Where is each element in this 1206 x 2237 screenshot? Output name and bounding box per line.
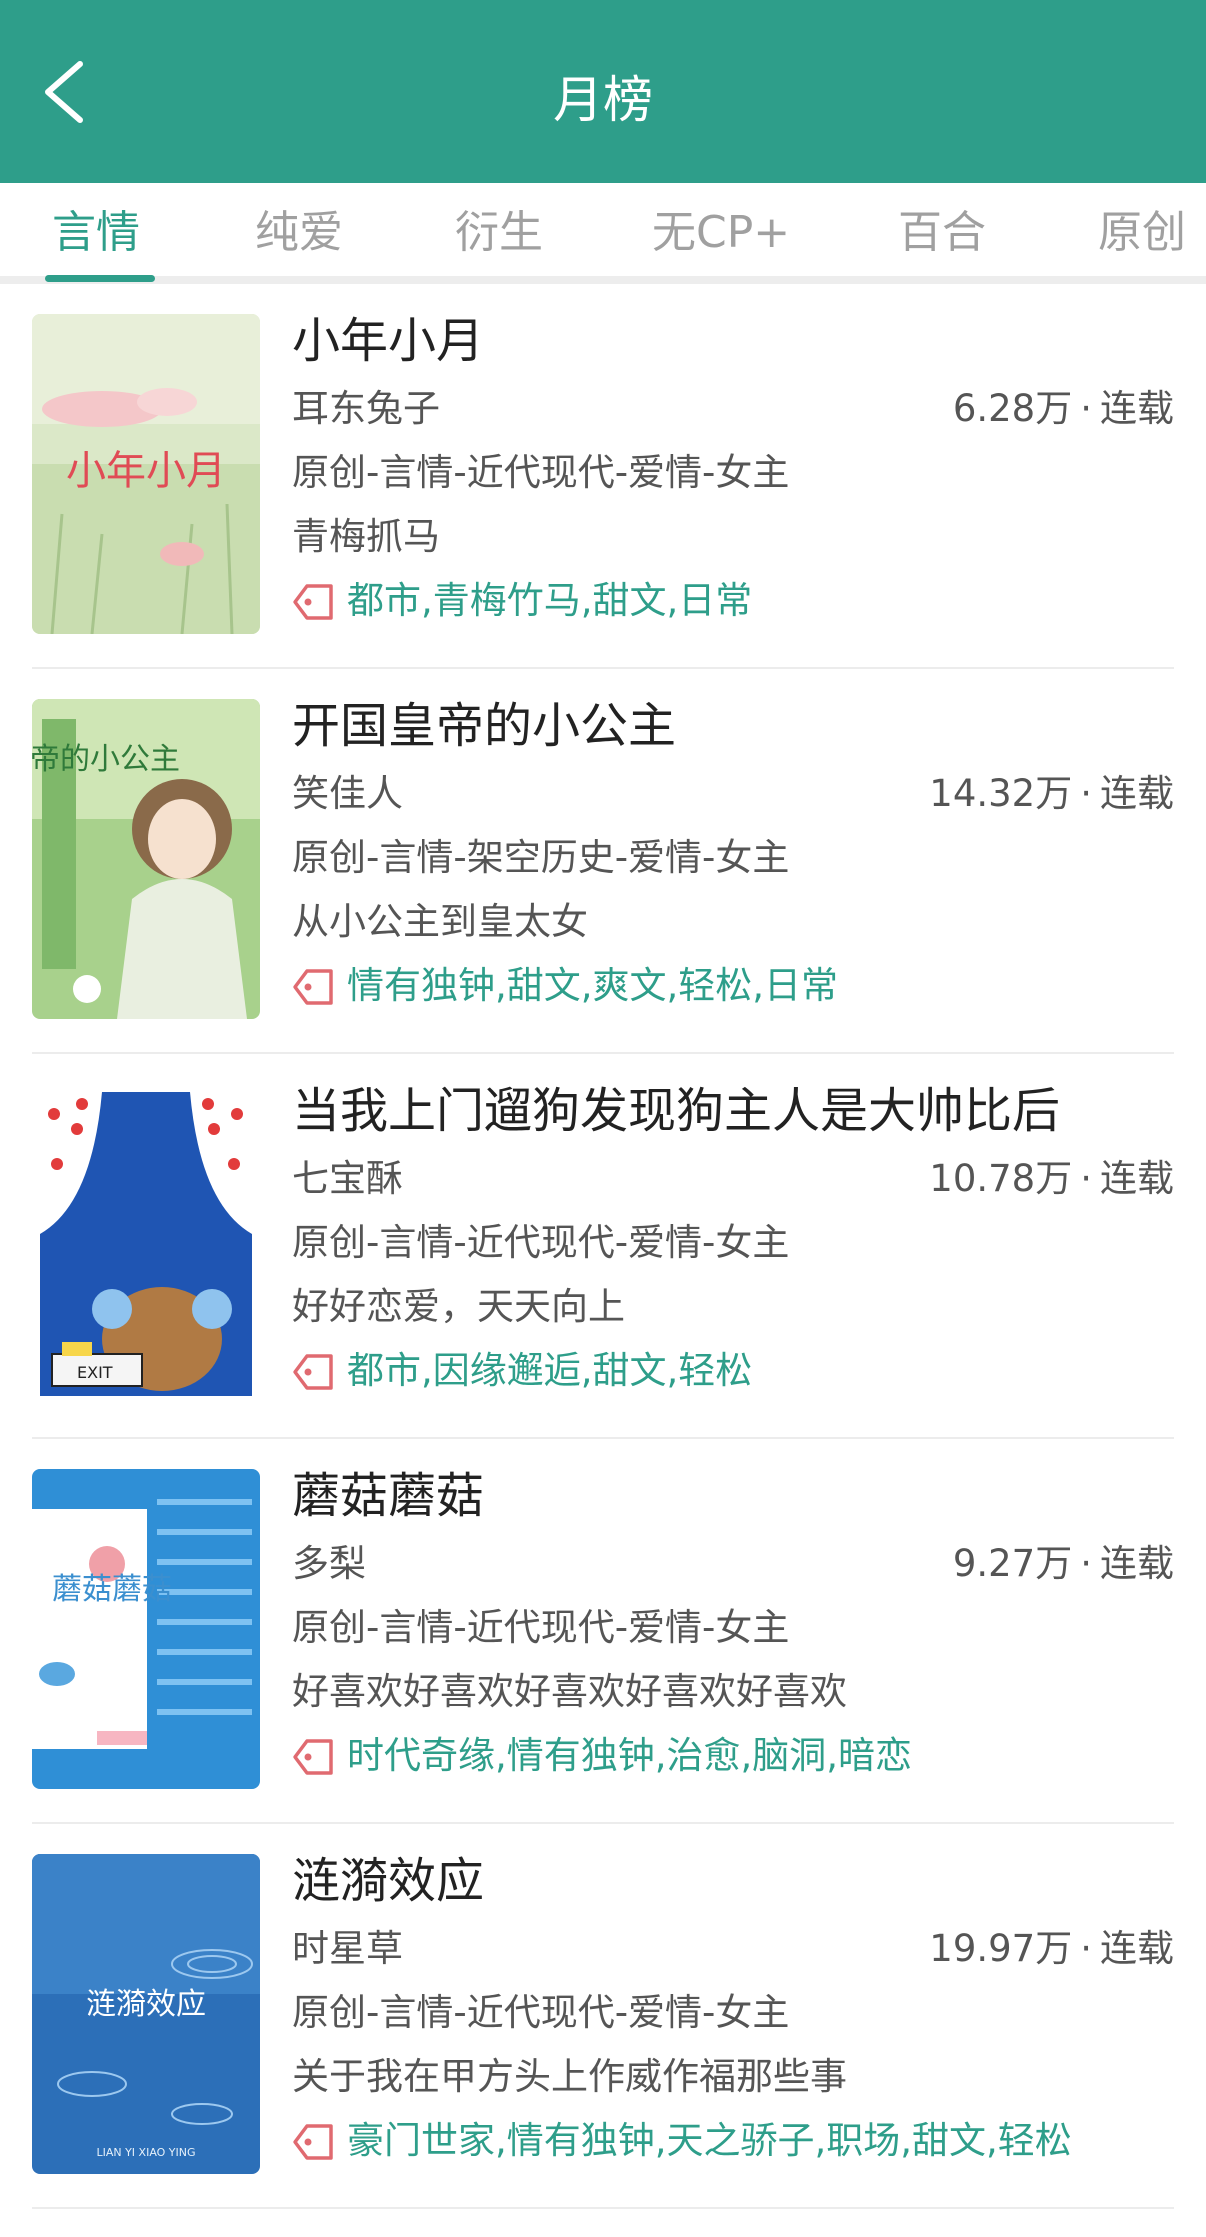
separator: · xyxy=(1080,1927,1092,1970)
book-title[interactable]: 当我上门遛狗发现狗主人是大帅比后 xyxy=(292,1079,1060,1143)
separator: · xyxy=(1080,387,1092,430)
tab-chunai[interactable]: 纯爱 xyxy=(255,203,343,263)
book-intro: 好好恋爱，天天向上 xyxy=(292,1285,625,1328)
tab-yansheng[interactable]: 衍生 xyxy=(455,203,543,263)
separator: · xyxy=(1080,1157,1092,1200)
book-status: 连载 xyxy=(1100,1927,1174,1970)
page-title: 月榜 xyxy=(553,71,653,129)
cover-text: 蘑菇蘑菇 xyxy=(52,1572,172,1607)
book-author[interactable]: 笑佳人 xyxy=(292,769,403,819)
category-tabs: 言情 纯爱 衍生 无CP+ 百合 原创 xyxy=(0,183,1206,276)
book-author[interactable]: 时星草 xyxy=(292,1924,403,1974)
book-tags: 时代奇缘,情有独钟,治愈,脑洞,暗恋 xyxy=(347,1734,913,1777)
book-item[interactable]: 小年小月 小年小月 耳东兔子 6.28万 · 连载 原创-言情-近代现代-爱情-女主… xyxy=(0,284,1206,669)
book-status: 连载 xyxy=(1100,772,1174,815)
book-item[interactable]: 涟漪效应 LIAN YI XIAO YING 涟漪效应 时星草 19.97万 · 连… xyxy=(0,1824,1206,2209)
word-count: 6.28万 xyxy=(952,387,1073,430)
book-title[interactable]: 小年小月 xyxy=(292,309,484,373)
separator: · xyxy=(1080,1542,1092,1585)
book-cover[interactable]: 蘑菇蘑菇 xyxy=(32,1469,260,1789)
book-author[interactable]: 耳东兔子 xyxy=(292,384,440,434)
book-item[interactable]: 蘑菇蘑菇 蘑菇蘑菇 多梨 9.27万 · 连载 原创-言情-近代现代-爱情-女主 好… xyxy=(0,1439,1206,1824)
book-title[interactable]: 蘑菇蘑菇 xyxy=(292,1464,484,1528)
book-intro: 青梅抓马 xyxy=(292,515,440,558)
word-count: 14.32万 xyxy=(929,772,1073,815)
tag-icon xyxy=(293,584,333,620)
book-status: 连载 xyxy=(1100,1157,1174,1200)
tab-baihe[interactable]: 百合 xyxy=(898,203,986,263)
tab-yuanchuang[interactable]: 原创 xyxy=(1098,203,1186,263)
book-intro: 从小公主到皇太女 xyxy=(292,900,588,943)
book-category: 原创-言情-近代现代-爱情-女主 xyxy=(292,1991,790,2034)
book-author[interactable]: 七宝酥 xyxy=(292,1154,403,1204)
book-title[interactable]: 开国皇帝的小公主 xyxy=(292,694,676,758)
book-tags: 都市,青梅竹马,甜文,日常 xyxy=(347,579,753,622)
book-category: 原创-言情-近代现代-爱情-女主 xyxy=(292,451,790,494)
book-category: 原创-言情-近代现代-爱情-女主 xyxy=(292,1221,790,1264)
tab-yanqing[interactable]: 言情 xyxy=(52,203,140,263)
book-title[interactable]: 涟漪效应 xyxy=(292,1849,484,1913)
book-stats: 19.97万 · 连载 xyxy=(929,1924,1174,1974)
tag-icon xyxy=(293,1354,333,1390)
tag-icon xyxy=(293,2124,333,2160)
book-stats: 14.32万 · 连载 xyxy=(929,769,1174,819)
item-divider xyxy=(32,2207,1174,2209)
book-cover[interactable]: 开国皇帝的小公主 xyxy=(32,699,260,1019)
book-cover[interactable]: 小年小月 xyxy=(32,314,260,634)
book-tags: 豪门世家,情有独钟,天之骄子,职场,甜文,轻松 xyxy=(347,2119,1072,2162)
book-stats: 6.28万 · 连载 xyxy=(953,384,1174,434)
book-intro: 关于我在甲方头上作威作福那些事 xyxy=(292,2055,847,2098)
cover-subtitle: LIAN YI XIAO YING xyxy=(96,2146,195,2159)
book-category: 原创-言情-近代现代-爱情-女主 xyxy=(292,1606,790,1649)
book-status: 连载 xyxy=(1100,1542,1174,1585)
cover-text: EXIT xyxy=(77,1363,113,1382)
tab-divider xyxy=(0,276,1206,284)
tag-icon xyxy=(293,969,333,1005)
book-item[interactable]: 开国皇帝的小公主 开国皇帝的小公主 笑佳人 14.32万·连载 原创-言情-架空… xyxy=(0,669,1206,1054)
book-cover[interactable]: 涟漪效应 LIAN YI XIAO YING xyxy=(32,1854,260,2174)
app-header: 月榜 xyxy=(0,0,1206,183)
book-author[interactable]: 多梨 xyxy=(292,1539,366,1589)
cover-text: 小年小月 xyxy=(66,448,226,494)
tag-icon xyxy=(293,1739,333,1775)
active-tab-indicator xyxy=(45,275,155,282)
book-intro: 好喜欢好喜欢好喜欢好喜欢好喜欢 xyxy=(292,1670,847,1713)
word-count: 10.78万 xyxy=(929,1157,1073,1200)
book-tags: 情有独钟,甜文,爽文,轻松,日常 xyxy=(347,964,839,1007)
book-cover[interactable]: EXIT xyxy=(32,1084,260,1404)
book-category: 原创-言情-架空历史-爱情-女主 xyxy=(292,836,790,879)
book-stats: 9.27万 · 连载 xyxy=(953,1539,1174,1589)
book-item[interactable]: EXIT 当我上门遛狗发现狗主人是大帅比后 七宝酥 10.78万 · 连载 原创-言… xyxy=(0,1054,1206,1439)
book-stats: 10.78万 · 连载 xyxy=(929,1154,1174,1204)
cover-text: 开国皇帝的小公主 xyxy=(32,742,180,777)
word-count: 9.27万 xyxy=(952,1542,1073,1585)
word-count: 19.97万 xyxy=(929,1927,1073,1970)
book-status: 连载 xyxy=(1100,387,1174,430)
tab-wucp[interactable]: 无CP+ xyxy=(652,203,790,263)
book-tags: 都市,因缘邂逅,甜文,轻松 xyxy=(347,1349,753,1392)
cover-text: 涟漪效应 xyxy=(86,1987,206,2022)
separator: · xyxy=(1080,772,1092,815)
